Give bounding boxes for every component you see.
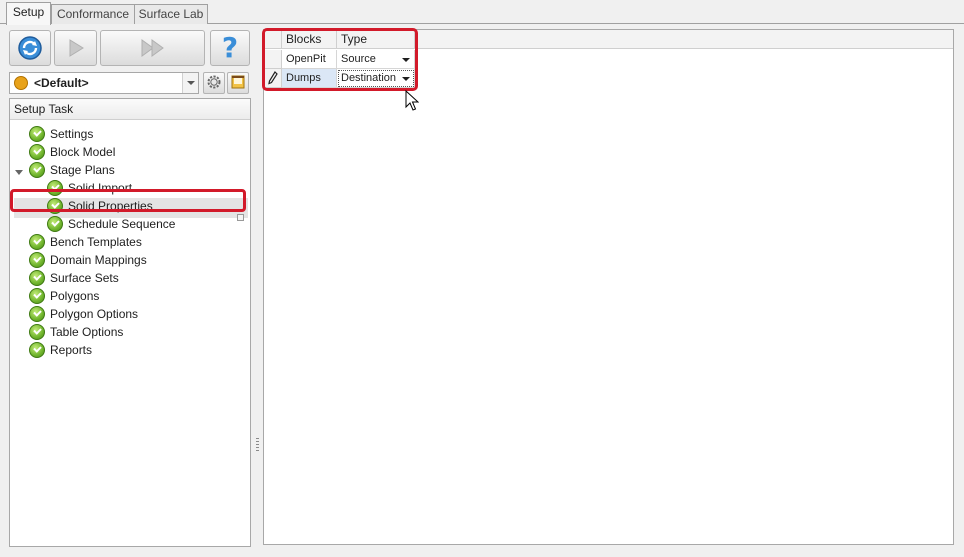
profile-dropdown[interactable]: <Default> <box>9 72 199 94</box>
setup-panel: ? <Default> Setup Task Settings Block Mo <box>7 27 253 548</box>
tab-strip: Setup Conformance Surface Lab <box>0 0 964 25</box>
run-all-button[interactable] <box>100 30 205 66</box>
help-button[interactable]: ? <box>210 30 250 66</box>
refresh-icon <box>15 33 45 63</box>
play-icon <box>65 37 87 59</box>
check-circle-icon <box>47 216 63 232</box>
refresh-button[interactable] <box>9 30 51 66</box>
context-menu-icon[interactable] <box>237 214 244 221</box>
setup-task-tree: Setup Task Settings Block Model Stage Pl… <box>9 98 251 547</box>
theatre-mask-icon <box>14 76 28 90</box>
tree-header: Setup Task <box>10 99 250 120</box>
notes-button[interactable] <box>227 72 249 94</box>
tab-setup[interactable]: Setup <box>6 2 51 25</box>
run-button[interactable] <box>54 30 97 66</box>
highlight-box-grid <box>262 28 418 91</box>
fast-forward-icon <box>139 37 167 59</box>
check-circle-icon <box>29 252 45 268</box>
splitter-handle[interactable] <box>256 438 259 452</box>
check-circle-icon <box>29 270 45 286</box>
check-circle-icon <box>29 306 45 322</box>
check-circle-icon <box>29 342 45 358</box>
check-circle-icon <box>29 126 45 142</box>
question-mark-icon: ? <box>221 31 239 64</box>
notepad-icon <box>230 74 246 93</box>
gear-icon <box>206 74 222 93</box>
highlight-box-solid-properties <box>10 189 246 212</box>
check-circle-icon <box>29 144 45 160</box>
chevron-down-icon[interactable] <box>15 170 23 175</box>
check-circle-icon <box>29 288 45 304</box>
column-header-filler <box>415 30 953 49</box>
chevron-down-icon[interactable] <box>182 73 198 93</box>
check-circle-icon <box>29 324 45 340</box>
profile-value: <Default> <box>34 76 89 90</box>
tab-conformance[interactable]: Conformance <box>51 4 135 24</box>
check-circle-icon <box>29 234 45 250</box>
tab-surface-lab[interactable]: Surface Lab <box>134 4 208 24</box>
check-circle-icon <box>29 162 45 178</box>
mouse-pointer-icon <box>405 89 420 115</box>
settings-button[interactable] <box>203 72 225 94</box>
solid-properties-grid: Blocks Type OpenPit Source Dumps Destina… <box>263 29 954 545</box>
